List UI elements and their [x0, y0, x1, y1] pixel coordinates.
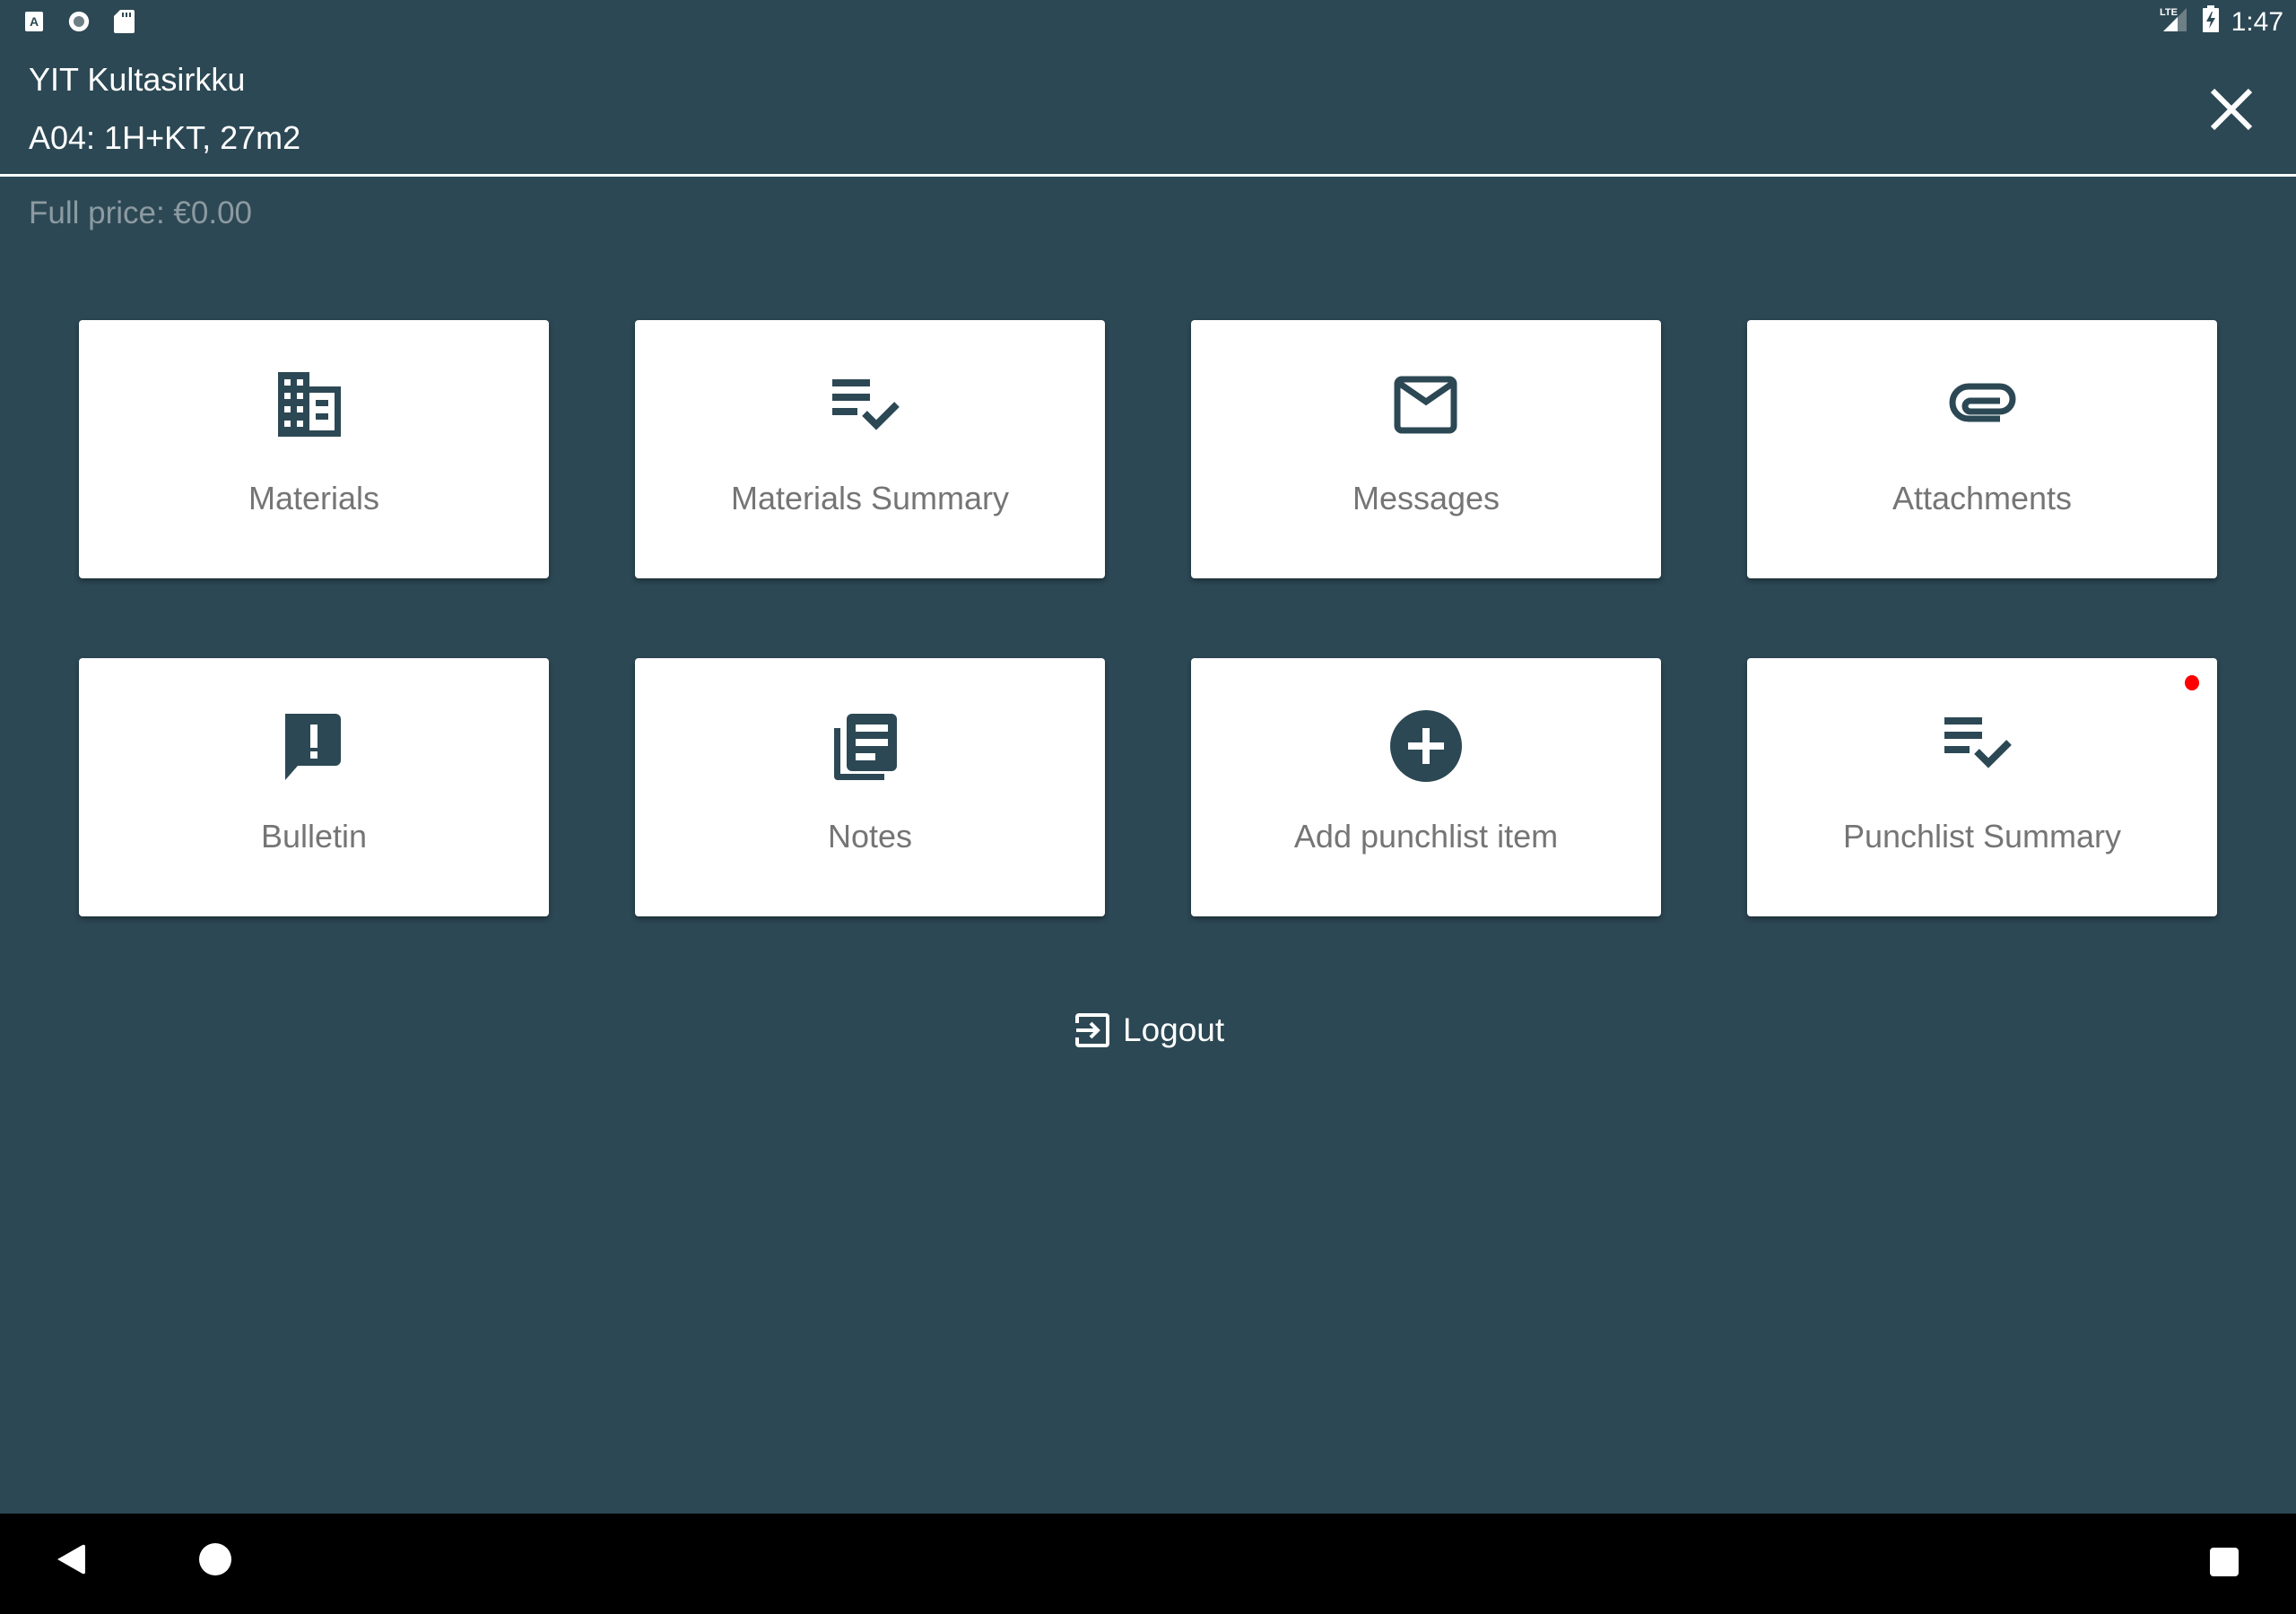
- paperclip-icon: [1949, 383, 2016, 422]
- status-bar: A LTE 1:47: [0, 0, 2296, 45]
- tile-messages[interactable]: Messages: [1191, 320, 1661, 578]
- notes-library-icon: [834, 714, 897, 780]
- tile-bulletin[interactable]: Bulletin: [79, 658, 549, 916]
- logout-icon: [1075, 1013, 1109, 1047]
- logout-button[interactable]: Logout: [1074, 1011, 1224, 1049]
- back-icon[interactable]: [56, 1542, 86, 1576]
- signal-lte-icon: LTE: [2160, 5, 2190, 39]
- svg-text:LTE: LTE: [2160, 7, 2178, 18]
- tile-add-punchlist-item[interactable]: Add punchlist item: [1191, 658, 1661, 916]
- system-nav-bar: [0, 1514, 2296, 1614]
- tile-punchlist-summary[interactable]: Punchlist Summary: [1747, 658, 2217, 916]
- tile-materials-summary[interactable]: Materials Summary: [635, 320, 1105, 578]
- project-title: YIT Kultasirkku: [29, 61, 246, 98]
- playlist-check-icon: [832, 379, 900, 430]
- tile-label: Materials Summary: [730, 480, 1010, 516]
- building-icon: [278, 372, 341, 437]
- tile-attachments[interactable]: Attachments: [1747, 320, 2217, 578]
- announcement-icon: [285, 714, 341, 780]
- status-right: LTE 1:47: [2160, 5, 2283, 39]
- tile-label: Materials: [248, 480, 380, 516]
- close-button[interactable]: [2205, 82, 2258, 136]
- sd-card-icon: [113, 9, 135, 34]
- app-header: YIT Kultasirkku A04: 1H+KT, 27m2: [0, 45, 2296, 177]
- tile-label: Add punchlist item: [1293, 818, 1559, 855]
- clock-time: 1:47: [2231, 7, 2283, 37]
- full-price-text: Full price: €0.00: [29, 195, 253, 230]
- tile-label: Notes: [827, 818, 913, 855]
- tile-label: Bulletin: [260, 818, 368, 855]
- close-icon: [2210, 88, 2253, 131]
- status-left-icons: A: [23, 9, 135, 34]
- tile-label: Attachments: [1892, 480, 2073, 516]
- envelope-icon: [1394, 376, 1457, 434]
- apartment-subtitle: A04: 1H+KT, 27m2: [29, 119, 301, 156]
- notification-dot: [2185, 675, 2199, 690]
- tile-label: Messages: [1352, 480, 1500, 516]
- tile-materials[interactable]: Materials: [79, 320, 549, 578]
- tile-label: Punchlist Summary: [1842, 818, 2122, 855]
- logout-label: Logout: [1123, 1011, 1225, 1048]
- home-button[interactable]: [199, 1543, 231, 1575]
- battery-charging-icon: [2202, 5, 2219, 39]
- record-circle-icon: [68, 9, 90, 34]
- menu-grid: Materials Materials Summary Messages Att…: [79, 320, 2217, 916]
- tile-notes[interactable]: Notes: [635, 658, 1105, 916]
- add-circle-icon: [1390, 710, 1462, 782]
- playlist-check-icon: [1944, 717, 2012, 768]
- svg-text:A: A: [30, 14, 39, 29]
- recents-button[interactable]: [2210, 1548, 2239, 1576]
- accessibility-a-icon: A: [23, 9, 45, 34]
